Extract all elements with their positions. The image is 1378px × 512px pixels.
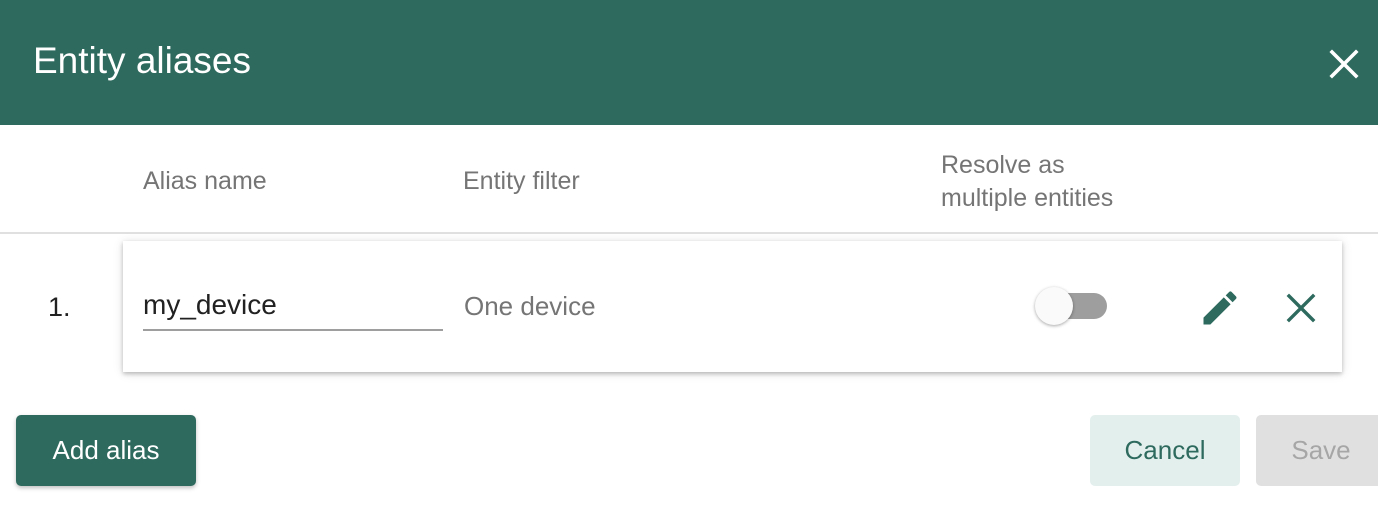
edit-alias-button[interactable] (1198, 286, 1242, 330)
toggle-thumb (1035, 287, 1073, 325)
resolve-header-line-1: Resolve as (941, 151, 1065, 179)
dialog-title: Entity aliases (33, 40, 251, 81)
entity-aliases-dialog: Entity aliases Alias name Entity filter … (0, 0, 1378, 512)
remove-alias-button[interactable] (1280, 287, 1322, 329)
close-dialog-button[interactable] (1318, 38, 1368, 88)
table-header: Alias name Entity filter Resolve as mult… (0, 125, 1378, 234)
cancel-button[interactable]: Cancel (1090, 415, 1240, 486)
add-alias-button[interactable]: Add alias (16, 415, 196, 486)
entity-filter-value: One device (464, 291, 596, 321)
entity-filter-header: Entity filter (463, 167, 580, 195)
alias-row: One device (123, 241, 1342, 372)
save-button[interactable]: Save (1256, 415, 1378, 486)
row-index: 1. (48, 292, 71, 322)
alias-name-header: Alias name (143, 167, 267, 195)
resolve-multiple-toggle[interactable] (1035, 286, 1111, 326)
pencil-icon (1203, 291, 1237, 325)
close-icon (1329, 49, 1359, 79)
close-icon (1286, 293, 1316, 323)
dialog-toolbar: Entity aliases (0, 0, 1378, 125)
resolve-multiple-header: Resolve as multiple entities (941, 149, 1113, 215)
alias-name-input[interactable] (143, 281, 443, 331)
resolve-header-line-2: multiple entities (941, 184, 1114, 212)
